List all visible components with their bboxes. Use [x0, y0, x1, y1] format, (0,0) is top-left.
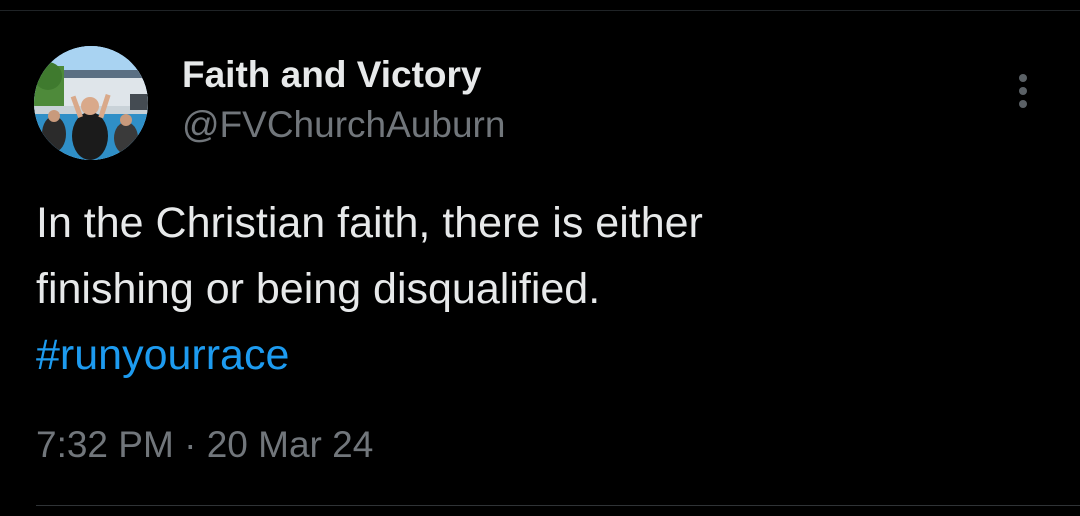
user-handle[interactable]: @FVChurchAuburn — [182, 102, 505, 148]
hashtag-link[interactable]: #runyourrace — [36, 331, 289, 379]
avatar-photo — [34, 46, 148, 160]
more-options-button[interactable] — [1004, 66, 1044, 116]
avatar[interactable] — [34, 46, 148, 160]
top-divider — [0, 10, 1080, 11]
tweet-text: In the Christian faith, there is either … — [36, 190, 1036, 388]
tweet-time[interactable]: 7:32 PM — [36, 424, 174, 465]
bottom-divider — [36, 505, 1080, 506]
tweet-date[interactable]: 20 Mar 24 — [207, 424, 374, 465]
display-name[interactable]: Faith and Victory — [182, 52, 482, 98]
tweet-metadata: 7:32 PM · 20 Mar 24 — [36, 422, 373, 468]
meta-separator: · — [173, 424, 207, 465]
tweet-text-line: finishing or being disqualified. — [36, 265, 601, 313]
tweet-text-line: In the Christian faith, there is either — [36, 199, 703, 247]
